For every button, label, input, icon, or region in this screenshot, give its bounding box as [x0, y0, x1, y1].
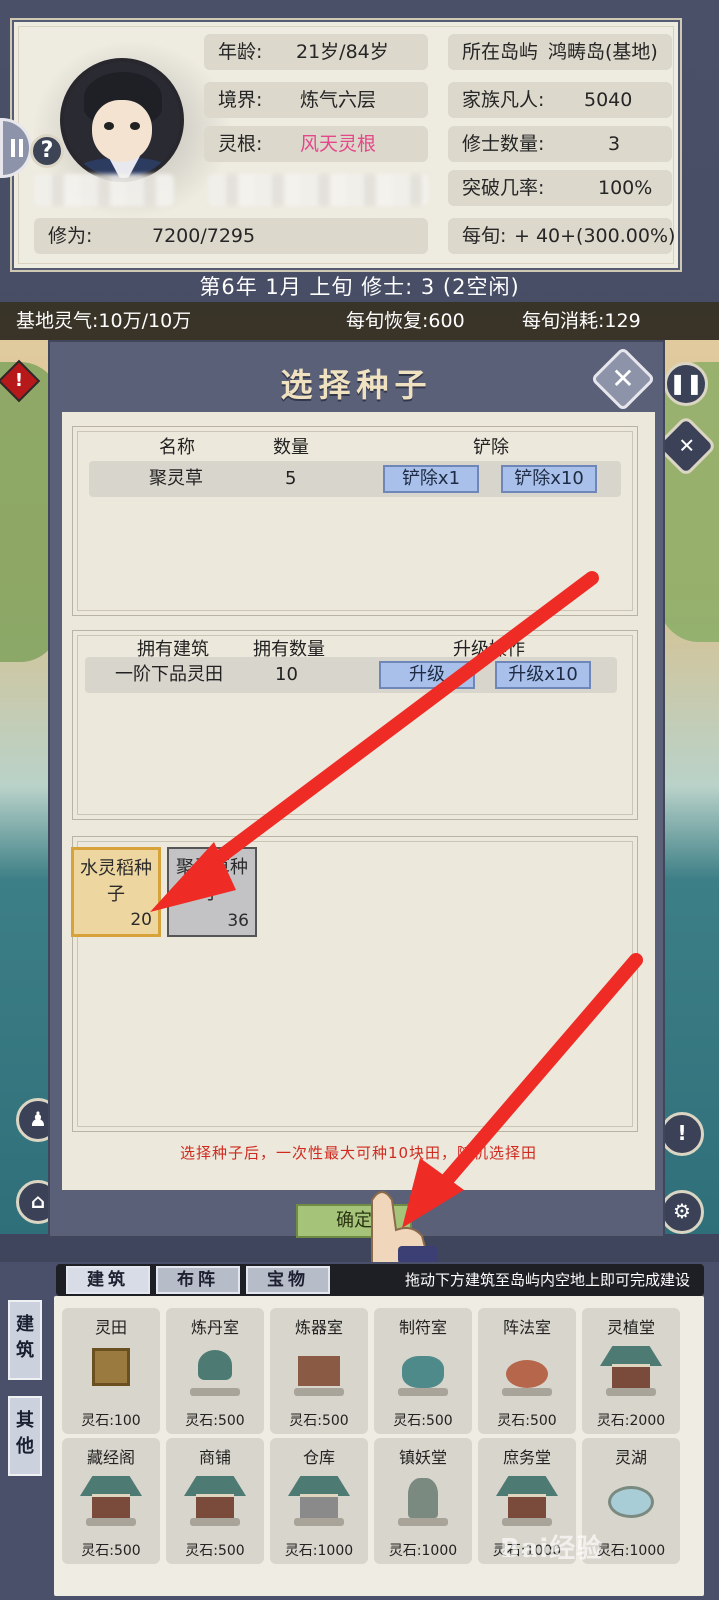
building-card[interactable]: 炼器室 灵石:500 [270, 1308, 368, 1434]
tab-building[interactable]: 建筑 [66, 1266, 150, 1294]
cultivation-field: 修为: 7200/7295 [34, 218, 428, 254]
col-header-count: 数量 [273, 437, 309, 458]
upgrade-x10-button[interactable]: 升级x10 [495, 661, 591, 689]
confirm-button[interactable]: 确定 [296, 1204, 412, 1238]
forge-room-icon [294, 1342, 344, 1396]
per-turn-gain-field: 每旬: + 40+(300.00%) [448, 218, 675, 254]
owned-buildings-section: 拥有建筑 拥有数量 升级操作 一阶下品灵田 10 升级 升级x10 [72, 630, 638, 820]
building-card[interactable]: 仓库 灵石:1000 [270, 1438, 368, 1564]
character-avatar[interactable] [60, 58, 184, 182]
base-spirit-label: 基地灵气:10万/10万 [16, 310, 192, 332]
planted-crops-section: 名称 数量 铲除 聚灵草 5 铲除x1 铲除x10 [72, 426, 638, 616]
building-card[interactable]: 制符室 灵石:500 [374, 1308, 472, 1434]
consume-label: 每旬消耗:129 [522, 310, 641, 332]
upgrade-button[interactable]: 升级 [379, 661, 475, 689]
pause-button[interactable]: ❚❚ [664, 362, 708, 406]
seed-list-section: 水灵稻种子 20 聚灵草种子 36 [71, 836, 638, 1132]
dialog-body: 名称 数量 铲除 聚灵草 5 铲除x1 铲除x10 拥有建筑 拥有数量 升级操作… [62, 412, 655, 1190]
formation-room-icon [502, 1342, 552, 1396]
spirit-energy-bar: 基地灵气:10万/10万 每旬恢复:600 每旬消耗:129 [0, 302, 719, 340]
cultivator-count-field: 修士数量: 3 [448, 126, 672, 162]
seed-count: 20 [130, 910, 152, 930]
alchemy-room-icon [190, 1342, 240, 1396]
dialog-title: 选择种子 [280, 366, 433, 404]
demon-tower-icon [398, 1472, 448, 1526]
building-card[interactable]: 阵法室 灵石:500 [478, 1308, 576, 1434]
seed-water-rice[interactable]: 水灵稻种子 20 [71, 847, 161, 937]
seed-count: 36 [227, 911, 249, 931]
side-tab-other[interactable]: 其他 [8, 1396, 42, 1476]
field-icon [86, 1342, 136, 1394]
island-field: 所在岛屿 鸿畴岛(基地) [448, 34, 672, 70]
family-field: 家族凡人: 5040 [448, 82, 672, 118]
affairs-hall-icon [496, 1472, 558, 1526]
tab-treasure[interactable]: 宝物 [246, 1266, 330, 1294]
planting-hall-icon [600, 1342, 662, 1396]
game-date-bar: 第6年 1月 上旬 修士: 3 (2空闲) [199, 275, 520, 299]
question-icon: ? [40, 138, 54, 163]
blurred-name [34, 174, 174, 206]
spirit-root-field: 灵根: 风天灵根 [204, 126, 428, 162]
crop-row: 聚灵草 5 铲除x1 铲除x10 [89, 461, 621, 497]
build-hint: 拖动下方建筑至岛屿内空地上即可完成建设 [404, 1271, 690, 1289]
seed-name: 聚灵草种子 [176, 857, 248, 904]
realm-field: 境界: 炼气六层 [204, 82, 428, 118]
building-card[interactable]: 商铺 灵石:500 [166, 1438, 264, 1564]
help-button[interactable]: ? [30, 134, 64, 168]
age-field: 年龄: 21岁/84岁 [204, 34, 428, 70]
col-header-name: 名称 [159, 437, 195, 458]
seed-spirit-grass[interactable]: 聚灵草种子 36 [167, 847, 257, 937]
planting-tip: 选择种子后，一次性最大可种10块田，随机选择田 [179, 1144, 538, 1162]
building-card[interactable]: 镇妖堂 灵石:1000 [374, 1438, 472, 1564]
recover-label: 每旬恢复:600 [346, 310, 465, 332]
spirit-lake-icon [606, 1472, 656, 1524]
settings-gear-icon[interactable]: ⚙ [660, 1190, 704, 1234]
remove-x10-button[interactable]: 铲除x10 [501, 465, 597, 493]
side-tab-building[interactable]: 建筑 [8, 1300, 42, 1380]
warehouse-icon [288, 1472, 350, 1526]
watermark: Bai经验 [500, 1534, 604, 1564]
building-card[interactable]: 炼丹室 灵石:500 [166, 1308, 264, 1434]
character-status-card: 年龄: 21岁/84岁 所在岛屿 鸿畴岛(基地) 境界: 炼气六层 家族凡人: 5040… [10, 18, 682, 272]
building-card[interactable]: 灵植堂 灵石:2000 [582, 1308, 680, 1434]
library-icon [80, 1472, 142, 1526]
select-seed-dialog: 选择种子 ✕ 名称 数量 铲除 聚灵草 5 铲除x1 铲除x10 拥有建筑 拥有… [48, 340, 665, 1238]
build-tabbar: 建筑 布阵 宝物 拖动下方建筑至岛屿内空地上即可完成建设 [56, 1264, 704, 1296]
breakthrough-field: 突破几率: 100% [448, 170, 672, 206]
alert-button[interactable]: ! [660, 1112, 704, 1156]
building-card[interactable]: 藏经阁 灵石:500 [62, 1438, 160, 1564]
shop-icon [184, 1472, 246, 1526]
crop-count: 5 [285, 468, 297, 489]
tab-formation[interactable]: 布阵 [156, 1266, 240, 1294]
building-grid: 灵田 灵石:100 炼丹室 灵石:500 炼器室 灵石:500 制符室 灵石:5… [54, 1296, 704, 1596]
building-name: 一阶下品灵田 [115, 664, 223, 685]
seed-name: 水灵稻种子 [80, 858, 152, 905]
crop-name: 聚灵草 [149, 468, 203, 489]
blurred-field [208, 174, 428, 206]
close-icon: ✕ [611, 362, 635, 395]
building-row: 一阶下品灵田 10 升级 升级x10 [85, 657, 617, 693]
building-card[interactable]: 灵田 灵石:100 [62, 1308, 160, 1434]
col-header-remove: 铲除 [473, 437, 509, 458]
remove-x1-button[interactable]: 铲除x1 [383, 465, 479, 493]
building-count: 10 [275, 664, 298, 685]
talisman-room-icon [398, 1342, 448, 1396]
